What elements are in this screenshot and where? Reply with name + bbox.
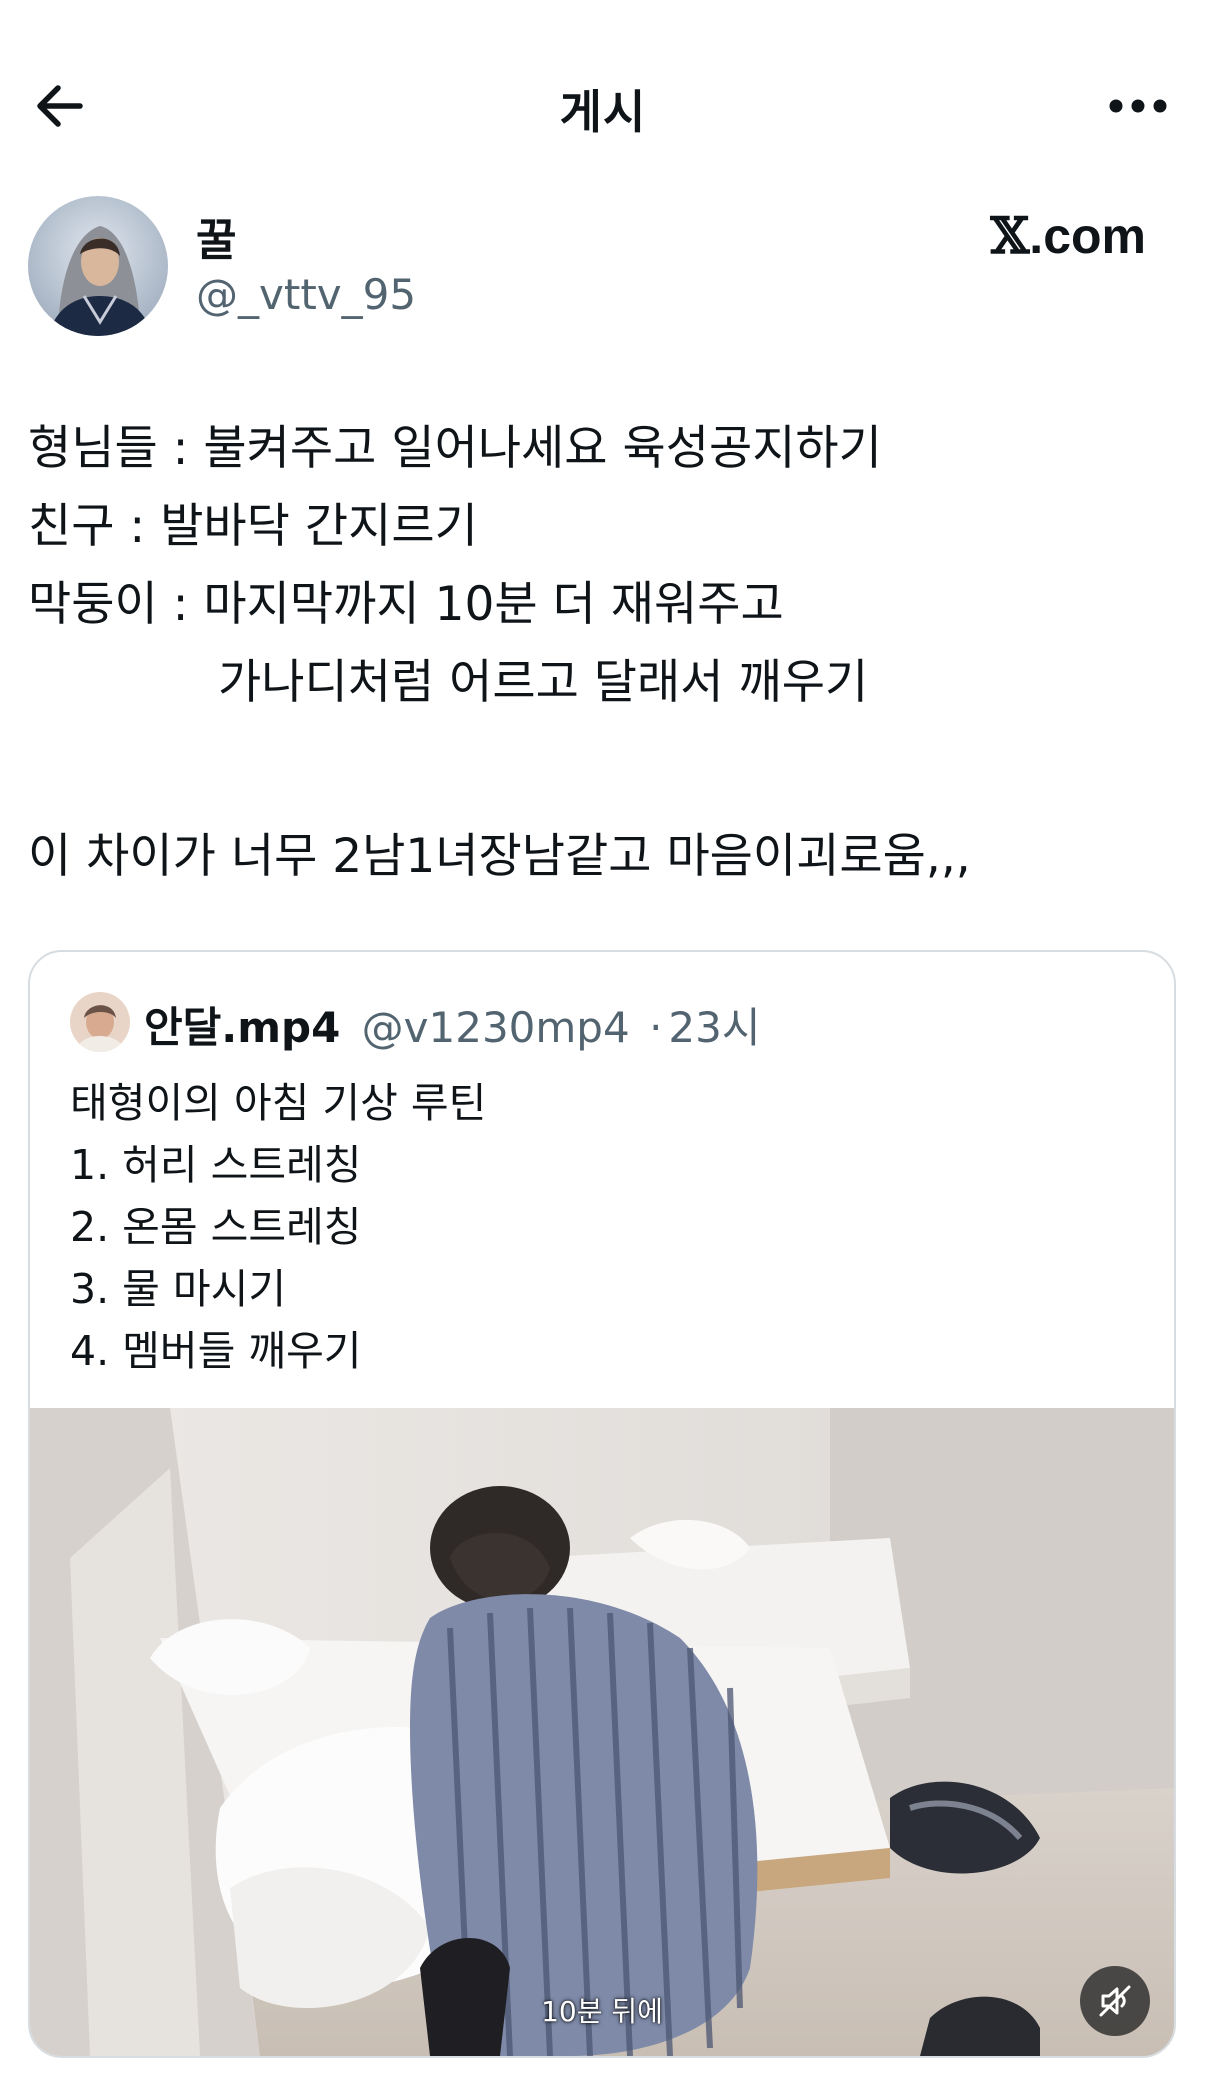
post-line: 가나디처럼 어르고 달래서 깨우기 [218,655,869,710]
x-brand-link[interactable]: 𝕏.com [991,206,1147,265]
video-caption: 10분 뒤에 [541,1995,663,2028]
quoted-post-time: 23시 [668,1003,761,1052]
post-line: 막둥이 : 마지막까지 10분 더 재워주고 [28,577,784,632]
video-frame [30,1408,1174,2056]
quoted-video[interactable]: 10분 뒤에 [30,1408,1174,2056]
x-logo-icon: 𝕏 [990,206,1030,265]
mute-toggle-button[interactable] [1080,1966,1150,2036]
quoted-line: 태형이의 아침 기상 루틴 [70,1079,487,1127]
quoted-line: 3. 물 마시기 [70,1265,287,1313]
quoted-post-header: 안달.mp4 @v1230mp4 · 23시 [144,994,761,1055]
quoted-post-card[interactable]: 안달.mp4 @v1230mp4 · 23시 태형이의 아침 기상 루틴 1. 허… [28,950,1176,2058]
quoted-line: 4. 멤버들 깨우기 [70,1327,362,1375]
quoted-avatar-image [70,992,130,1052]
author-avatar[interactable] [28,196,168,336]
quoted-post-text: 태형이의 아침 기상 루틴 1. 허리 스트레칭 2. 온몸 스트레칭 3. 물… [70,1072,486,1382]
post-line: 형님들 : 불켜주고 일어나세요 육성공지하기 [28,421,882,476]
author-name[interactable]: 꿀 [196,204,236,268]
brand-domain: .com [1029,208,1146,264]
quoted-author-name: 안달.mp4 [144,1003,341,1052]
post-line: 친구 : 발바닥 간지르기 [28,499,478,554]
author-handle[interactable]: @_vttv_95 [196,270,416,319]
quoted-line: 2. 온몸 스트레칭 [70,1203,362,1251]
more-options-button[interactable] [1102,74,1174,138]
speaker-muted-icon [1099,1985,1131,2017]
page-title: 게시 [559,85,647,139]
quoted-author-avatar [70,992,130,1052]
more-horizontal-icon [1109,99,1167,113]
quoted-author-handle: @v1230mp4 [361,1003,630,1052]
top-bar: 게시 [0,0,1206,210]
post-text: 형님들 : 불켜주고 일어나세요 육성공지하기 친구 : 발바닥 간지르기 막둥… [28,410,1178,896]
quoted-line: 1. 허리 스트레칭 [70,1141,362,1189]
header-separator: · [649,1003,663,1052]
post-line: 이 차이가 너무 2남1녀장남같고 마음이괴로움,,, [28,829,971,884]
avatar-image [28,196,168,336]
